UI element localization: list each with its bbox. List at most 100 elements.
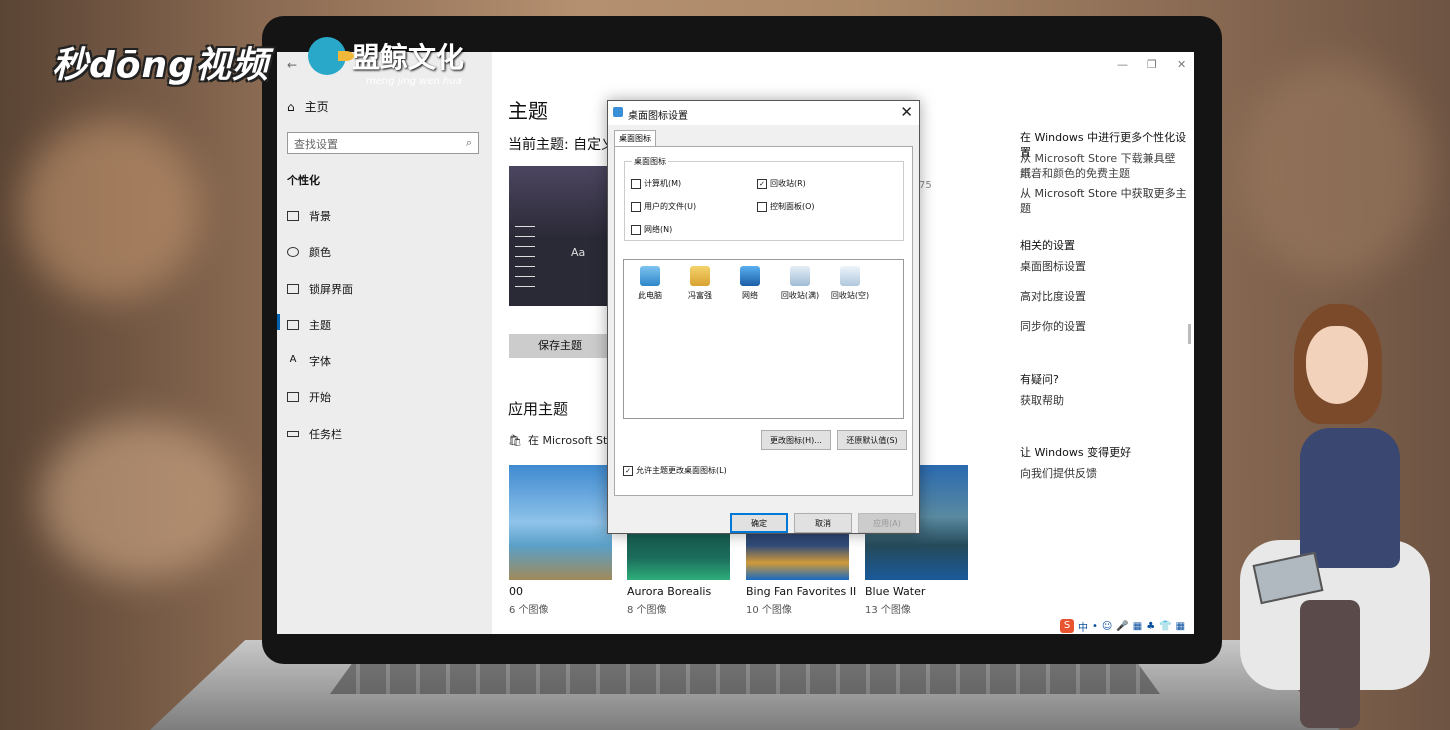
- sidebar-item-taskbar[interactable]: 任务栏: [287, 426, 342, 442]
- icon-item-recycle-empty[interactable]: 回收站(空): [828, 266, 872, 301]
- user-folder-icon: [690, 266, 710, 286]
- dialog-close-icon[interactable]: ✕: [900, 103, 913, 121]
- cancel-button[interactable]: 取消: [794, 513, 852, 533]
- microphone-icon[interactable]: 🎤: [1116, 621, 1128, 632]
- group-label: 桌面图标: [632, 156, 668, 167]
- keyboard-icon[interactable]: ▦: [1133, 621, 1142, 632]
- theme-name: Bing Fan Favorites II: [746, 585, 857, 598]
- feedback-link[interactable]: 向我们提供反馈: [1020, 466, 1097, 481]
- ok-button[interactable]: 确定: [730, 513, 788, 533]
- checkbox-label: 控制面板(O): [770, 202, 815, 211]
- icon-item-recycle-full[interactable]: 回收站(满): [778, 266, 822, 301]
- background-bokeh: [40, 420, 240, 580]
- icon-item-user[interactable]: 冯富强: [678, 266, 722, 301]
- restore-default-button[interactable]: 还原默认值(S): [837, 430, 907, 450]
- ime-toolbar: S 中 • ☺ 🎤 ▦ ♣ 👕 ▦: [1060, 618, 1194, 634]
- start-icon: [287, 392, 299, 402]
- apply-button[interactable]: 应用(A): [858, 513, 916, 533]
- dialog-app-icon: [613, 107, 623, 117]
- sidebar-home-label: 主页: [304, 100, 329, 114]
- background-bokeh: [1240, 60, 1430, 280]
- taskbar-icon: [287, 431, 299, 437]
- minimize-button[interactable]: —: [1117, 58, 1128, 71]
- sidebar-item-background[interactable]: 背景: [287, 208, 331, 224]
- scrollbar[interactable]: [1188, 324, 1191, 344]
- back-arrow-icon[interactable]: ←: [287, 58, 297, 72]
- sidebar-item-start[interactable]: 开始: [287, 389, 331, 405]
- sidebar-item-label: 颜色: [309, 246, 331, 259]
- theme-icon: [287, 320, 299, 330]
- recycle-bin-checkbox[interactable]: ✓ 回收站(R): [757, 178, 806, 189]
- close-window-button[interactable]: ✕: [1177, 58, 1186, 71]
- theme-tile-00[interactable]: 00 6 个图像: [509, 465, 612, 616]
- skin-icon[interactable]: ♣: [1146, 621, 1155, 632]
- menu-icon[interactable]: ▦: [1176, 621, 1185, 632]
- search-input[interactable]: 查找设置 ⌕: [287, 132, 479, 154]
- presenter-character: [1240, 300, 1450, 728]
- sidebar-item-themes[interactable]: 主题: [277, 314, 331, 333]
- current-theme-label: 当前主题: 自定义: [508, 137, 616, 153]
- change-icon-button[interactable]: 更改图标(H)...: [761, 430, 831, 450]
- punctuation-icon[interactable]: •: [1092, 621, 1098, 632]
- recycle-bin-full-icon: [790, 266, 810, 286]
- icon-label: 回收站(满): [780, 291, 820, 300]
- user-files-checkbox[interactable]: 用户的文件(U): [631, 201, 696, 212]
- computer-icon: [640, 266, 660, 286]
- sync-settings-link[interactable]: 同步你的设置: [1020, 319, 1086, 334]
- theme-count: 13 个图像: [865, 605, 911, 616]
- sidebar-item-label: 锁屏界面: [309, 283, 353, 296]
- high-contrast-link[interactable]: 高对比度设置: [1020, 289, 1086, 304]
- settings-sidebar: ← ⌂ 主页 查找设置 ⌕ 个性化 背景 颜色 锁屏界面 主题 A 字体 开始 …: [277, 52, 492, 634]
- icon-label: 此电脑: [638, 291, 662, 300]
- allow-themes-checkbox[interactable]: ✓ 允许主题更改桌面图标(L): [623, 465, 727, 476]
- computer-checkbox[interactable]: 计算机(M): [631, 178, 681, 189]
- sogou-icon[interactable]: S: [1060, 619, 1074, 633]
- get-more-themes-link[interactable]: 从 Microsoft Store 中获取更多主题: [1020, 186, 1194, 216]
- sidebar-home[interactable]: ⌂ 主页: [287, 98, 329, 115]
- checkmark-icon: ✓: [623, 465, 633, 476]
- preview-aa: Aa: [571, 246, 586, 259]
- watermark-logo: 盟鲸文化: [308, 36, 464, 76]
- sidebar-item-label: 字体: [309, 355, 331, 368]
- theme-thumbnail: [509, 465, 612, 580]
- character-legs: [1300, 600, 1360, 728]
- sidebar-item-fonts[interactable]: A 字体: [287, 353, 331, 369]
- desktop-icons-group: 桌面图标 计算机(M) ✓ 回收站(R) 用户的文件(U) 控制面板(O) 网络…: [624, 156, 904, 241]
- apply-theme-heading: 应用主题: [508, 400, 569, 418]
- watermark-brand: 秒dōng视频: [52, 45, 269, 86]
- sidebar-item-lockscreen[interactable]: 锁屏界面: [287, 281, 353, 297]
- checkbox-label: 用户的文件(U): [644, 202, 697, 211]
- checkbox-box: [631, 178, 641, 189]
- dialog-titlebar[interactable]: 桌面图标设置 ✕: [608, 101, 919, 125]
- related-settings-heading: 相关的设置: [1020, 239, 1075, 252]
- save-theme-button[interactable]: 保存主题: [509, 334, 611, 358]
- sidebar-item-label: 主题: [309, 319, 331, 332]
- theme-count: 6 个图像: [509, 605, 549, 616]
- page-title: 主题: [508, 99, 548, 123]
- dialog-panel: 桌面图标 计算机(M) ✓ 回收站(R) 用户的文件(U) 控制面板(O) 网络…: [614, 146, 913, 496]
- theme-name: Blue Water: [865, 585, 926, 598]
- dialog-title: 桌面图标设置: [628, 111, 688, 122]
- maximize-button[interactable]: ❐: [1147, 58, 1157, 71]
- control-panel-checkbox[interactable]: 控制面板(O): [757, 201, 815, 212]
- palette-icon: [287, 247, 299, 257]
- improve-windows-heading: 让 Windows 变得更好: [1020, 446, 1132, 459]
- ime-mode-icon[interactable]: 中: [1078, 619, 1088, 634]
- recycle-bin-empty-icon: [840, 266, 860, 286]
- screen: ← ⌂ 主页 查找设置 ⌕ 个性化 背景 颜色 锁屏界面 主题 A 字体 开始 …: [277, 52, 1194, 634]
- sidebar-item-colors[interactable]: 颜色: [287, 244, 331, 260]
- icon-label: 回收站(空): [830, 291, 870, 300]
- desktop-icon-settings-link[interactable]: 桌面图标设置: [1020, 259, 1086, 274]
- theme-name: Aurora Borealis: [627, 585, 712, 598]
- sidebar-item-label: 任务栏: [309, 428, 342, 441]
- tab-desktop-icons[interactable]: 桌面图标: [614, 130, 656, 147]
- theme-count: 10 个图像: [746, 605, 792, 616]
- icon-item-network[interactable]: 网络: [728, 266, 772, 301]
- shirt-icon[interactable]: 👕: [1159, 621, 1171, 632]
- emoji-icon[interactable]: ☺: [1102, 621, 1112, 632]
- icon-item-this-pc[interactable]: 此电脑: [628, 266, 672, 301]
- search-icon: ⌕: [465, 136, 472, 149]
- watermark-logo-title: 盟鲸文化: [352, 41, 465, 74]
- get-help-link[interactable]: 获取帮助: [1020, 393, 1064, 408]
- network-checkbox[interactable]: 网络(N): [631, 224, 672, 235]
